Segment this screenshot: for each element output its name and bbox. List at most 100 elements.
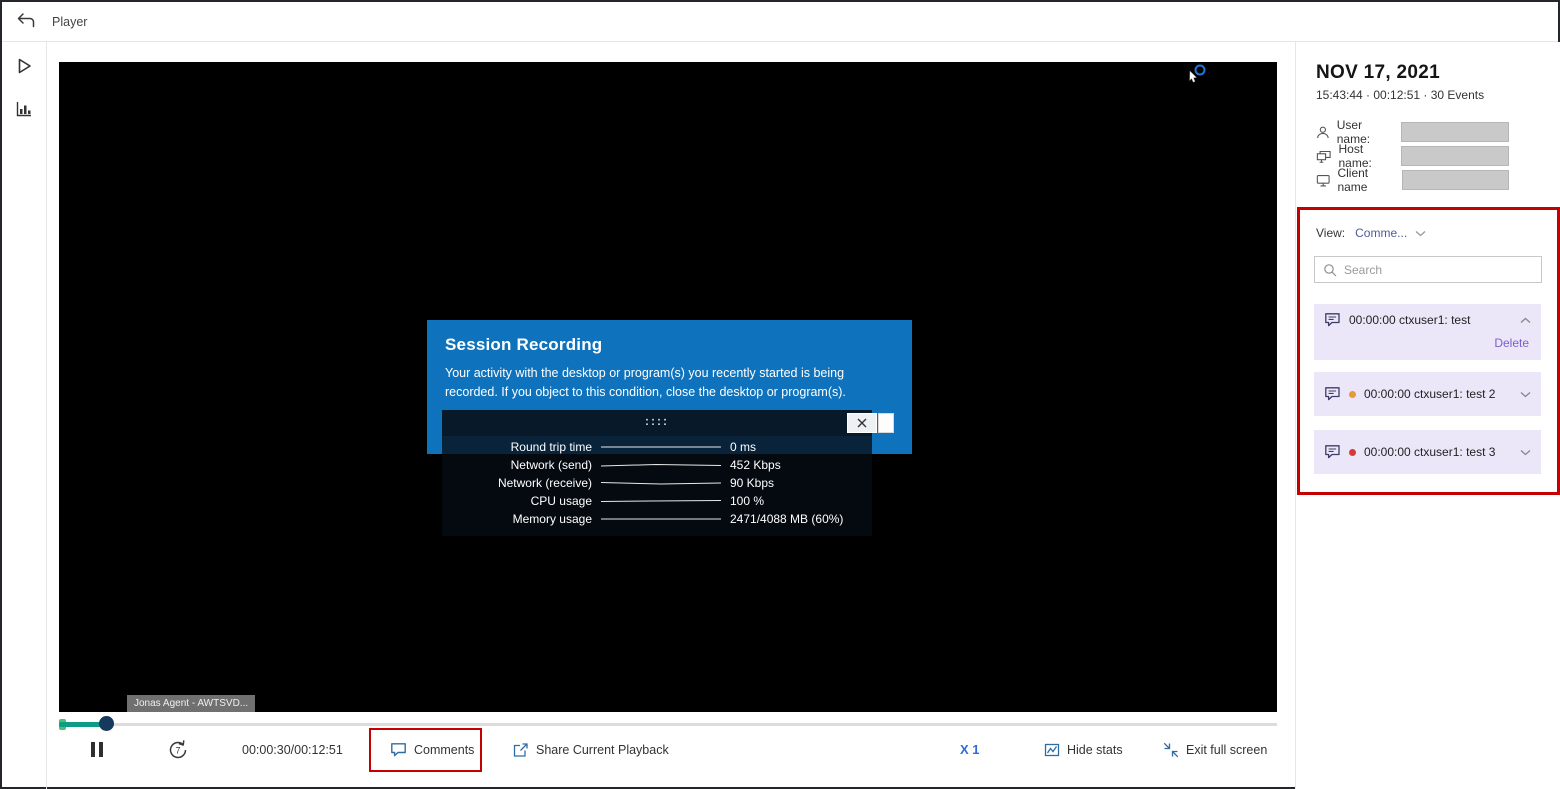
dialog-body: Your activity with the desktop or progra… [445,364,890,402]
share-button-label: Share Current Playback [536,743,669,757]
rewind-seconds-label: 7 [175,746,180,756]
app-window: { "topbar": { "title": "Player" }, "vide… [0,0,1560,789]
stats-secondary-button[interactable] [878,413,894,433]
field-label: Client name [1337,166,1395,194]
comment-item[interactable]: 00:00:00 ctxuser1: test Delete [1314,304,1541,360]
seek-knob[interactable] [99,716,114,731]
share-icon [512,742,529,758]
stat-label: Network (receive) [442,476,592,490]
stat-value: 100 % [730,494,764,508]
stats-row: Memory usage 2471/4088 MB (60%) [442,510,872,528]
stat-label: Memory usage [442,512,592,526]
drag-dots-icon: :::: [645,414,669,428]
comment-color-dot-orange [1349,391,1356,398]
field-row-client-name: Client name [1316,169,1509,191]
stat-sparkline [601,461,721,469]
exit-fullscreen-icon [1163,742,1179,758]
close-icon [857,418,867,428]
field-row-user-name: User name: [1316,121,1509,143]
stat-sparkline [601,443,721,451]
comments-button[interactable]: Comments [390,742,474,758]
stat-label: CPU usage [442,494,592,508]
video-area[interactable]: Session Recording Your activity with the… [59,62,1277,712]
stat-value: 0 ms [730,440,756,454]
comment-bubble-icon [1324,312,1341,328]
comments-button-label: Comments [414,743,474,757]
stat-sparkline [601,515,721,523]
exit-fullscreen-button[interactable]: Exit full screen [1163,742,1267,758]
comment-item[interactable]: 00:00:00 ctxuser1: test 3 [1314,430,1541,474]
video-watermark: Jonas Agent - AWTSVD... [127,695,255,712]
comment-text: 00:00:00 ctxuser1: test 3 [1364,445,1495,459]
view-dropdown[interactable]: Comme... [1355,226,1426,240]
client-monitor-icon [1316,173,1330,188]
recording-meta: 15:43:44 · 00:12:51 · 30 Events [1316,88,1484,102]
comment-icon [390,742,407,758]
stats-drag-handle[interactable]: :::: [442,410,872,436]
search-input[interactable] [1344,263,1533,277]
play-icon [14,56,34,76]
stat-value: 2471/4088 MB (60%) [730,512,843,526]
comment-bubble-icon [1324,444,1341,460]
rewind-7-button[interactable]: 7 [165,737,191,763]
comment-item[interactable]: 00:00:00 ctxuser1: test 2 [1314,372,1541,416]
bar-chart-icon [14,99,34,119]
top-bar: Player [2,2,1558,42]
comment-color-dot-red [1349,449,1356,456]
comment-item-header: 00:00:00 ctxuser1: test 2 [1314,372,1541,416]
stats-row: Network (send) 452 Kbps [442,456,872,474]
stat-sparkline [601,479,721,487]
stat-label: Network (send) [442,458,592,472]
chevron-up-icon [1520,317,1531,324]
session-stats-overlay: :::: Round trip time 0 ms Network (send)… [442,410,872,536]
playback-time: 00:00:30/00:12:51 [242,743,343,757]
share-playback-button[interactable]: Share Current Playback [512,742,669,758]
view-dropdown-value: Comme... [1355,226,1407,240]
dialog-title: Session Recording [445,335,912,355]
stats-chart-icon [1044,742,1060,758]
chevron-down-icon [1520,449,1531,456]
stats-row: Network (receive) 90 Kbps [442,474,872,492]
redacted-user-name-value [1401,122,1509,142]
comment-text: 00:00:00 ctxuser1: test [1349,313,1470,327]
comment-bubble-icon [1324,386,1341,402]
seek-bar-track[interactable] [59,723,1277,726]
search-icon [1323,263,1337,277]
back-button[interactable] [16,11,36,32]
field-row-host-name: Host name: [1316,145,1509,167]
comment-text: 00:00:00 ctxuser1: test 2 [1364,387,1495,401]
stat-sparkline [601,497,721,505]
stat-label: Round trip time [442,440,592,454]
events-stats-button[interactable] [14,99,34,122]
redacted-client-name-value [1402,170,1509,190]
hide-stats-label: Hide stats [1067,743,1123,757]
stat-value: 90 Kbps [730,476,774,490]
exit-fullscreen-label: Exit full screen [1186,743,1267,757]
play-view-button[interactable] [14,56,34,79]
chevron-down-icon [1415,230,1426,237]
comment-item-header: 00:00:00 ctxuser1: test 3 [1314,430,1541,474]
stats-row: CPU usage 100 % [442,492,872,510]
hide-stats-button[interactable]: Hide stats [1044,742,1123,758]
search-box [1314,256,1542,283]
comment-item-header: 00:00:00 ctxuser1: test [1314,304,1541,336]
user-icon [1316,125,1330,140]
view-label: View: [1316,226,1345,240]
redacted-host-name-value [1401,146,1509,166]
playback-speed-button[interactable]: X 1 [960,742,980,757]
pause-icon [90,741,104,758]
view-selector-row: View: Comme... [1316,226,1426,240]
recording-date: NOV 17, 2021 [1316,62,1440,84]
stats-close-button[interactable] [847,413,877,433]
pause-button[interactable] [90,741,104,758]
chevron-down-icon [1520,391,1531,398]
stat-value: 452 Kbps [730,458,781,472]
back-arrow-icon [16,11,36,29]
right-panel: NOV 17, 2021 15:43:44 · 00:12:51 · 30 Ev… [1295,42,1560,789]
stats-row: Round trip time 0 ms [442,438,872,456]
page-title: Player [52,15,87,29]
rewind-7-icon: 7 [165,737,191,763]
pointer-highlight-icon [1184,62,1210,88]
left-rail [2,42,47,789]
delete-comment-link[interactable]: Delete [1314,336,1541,350]
